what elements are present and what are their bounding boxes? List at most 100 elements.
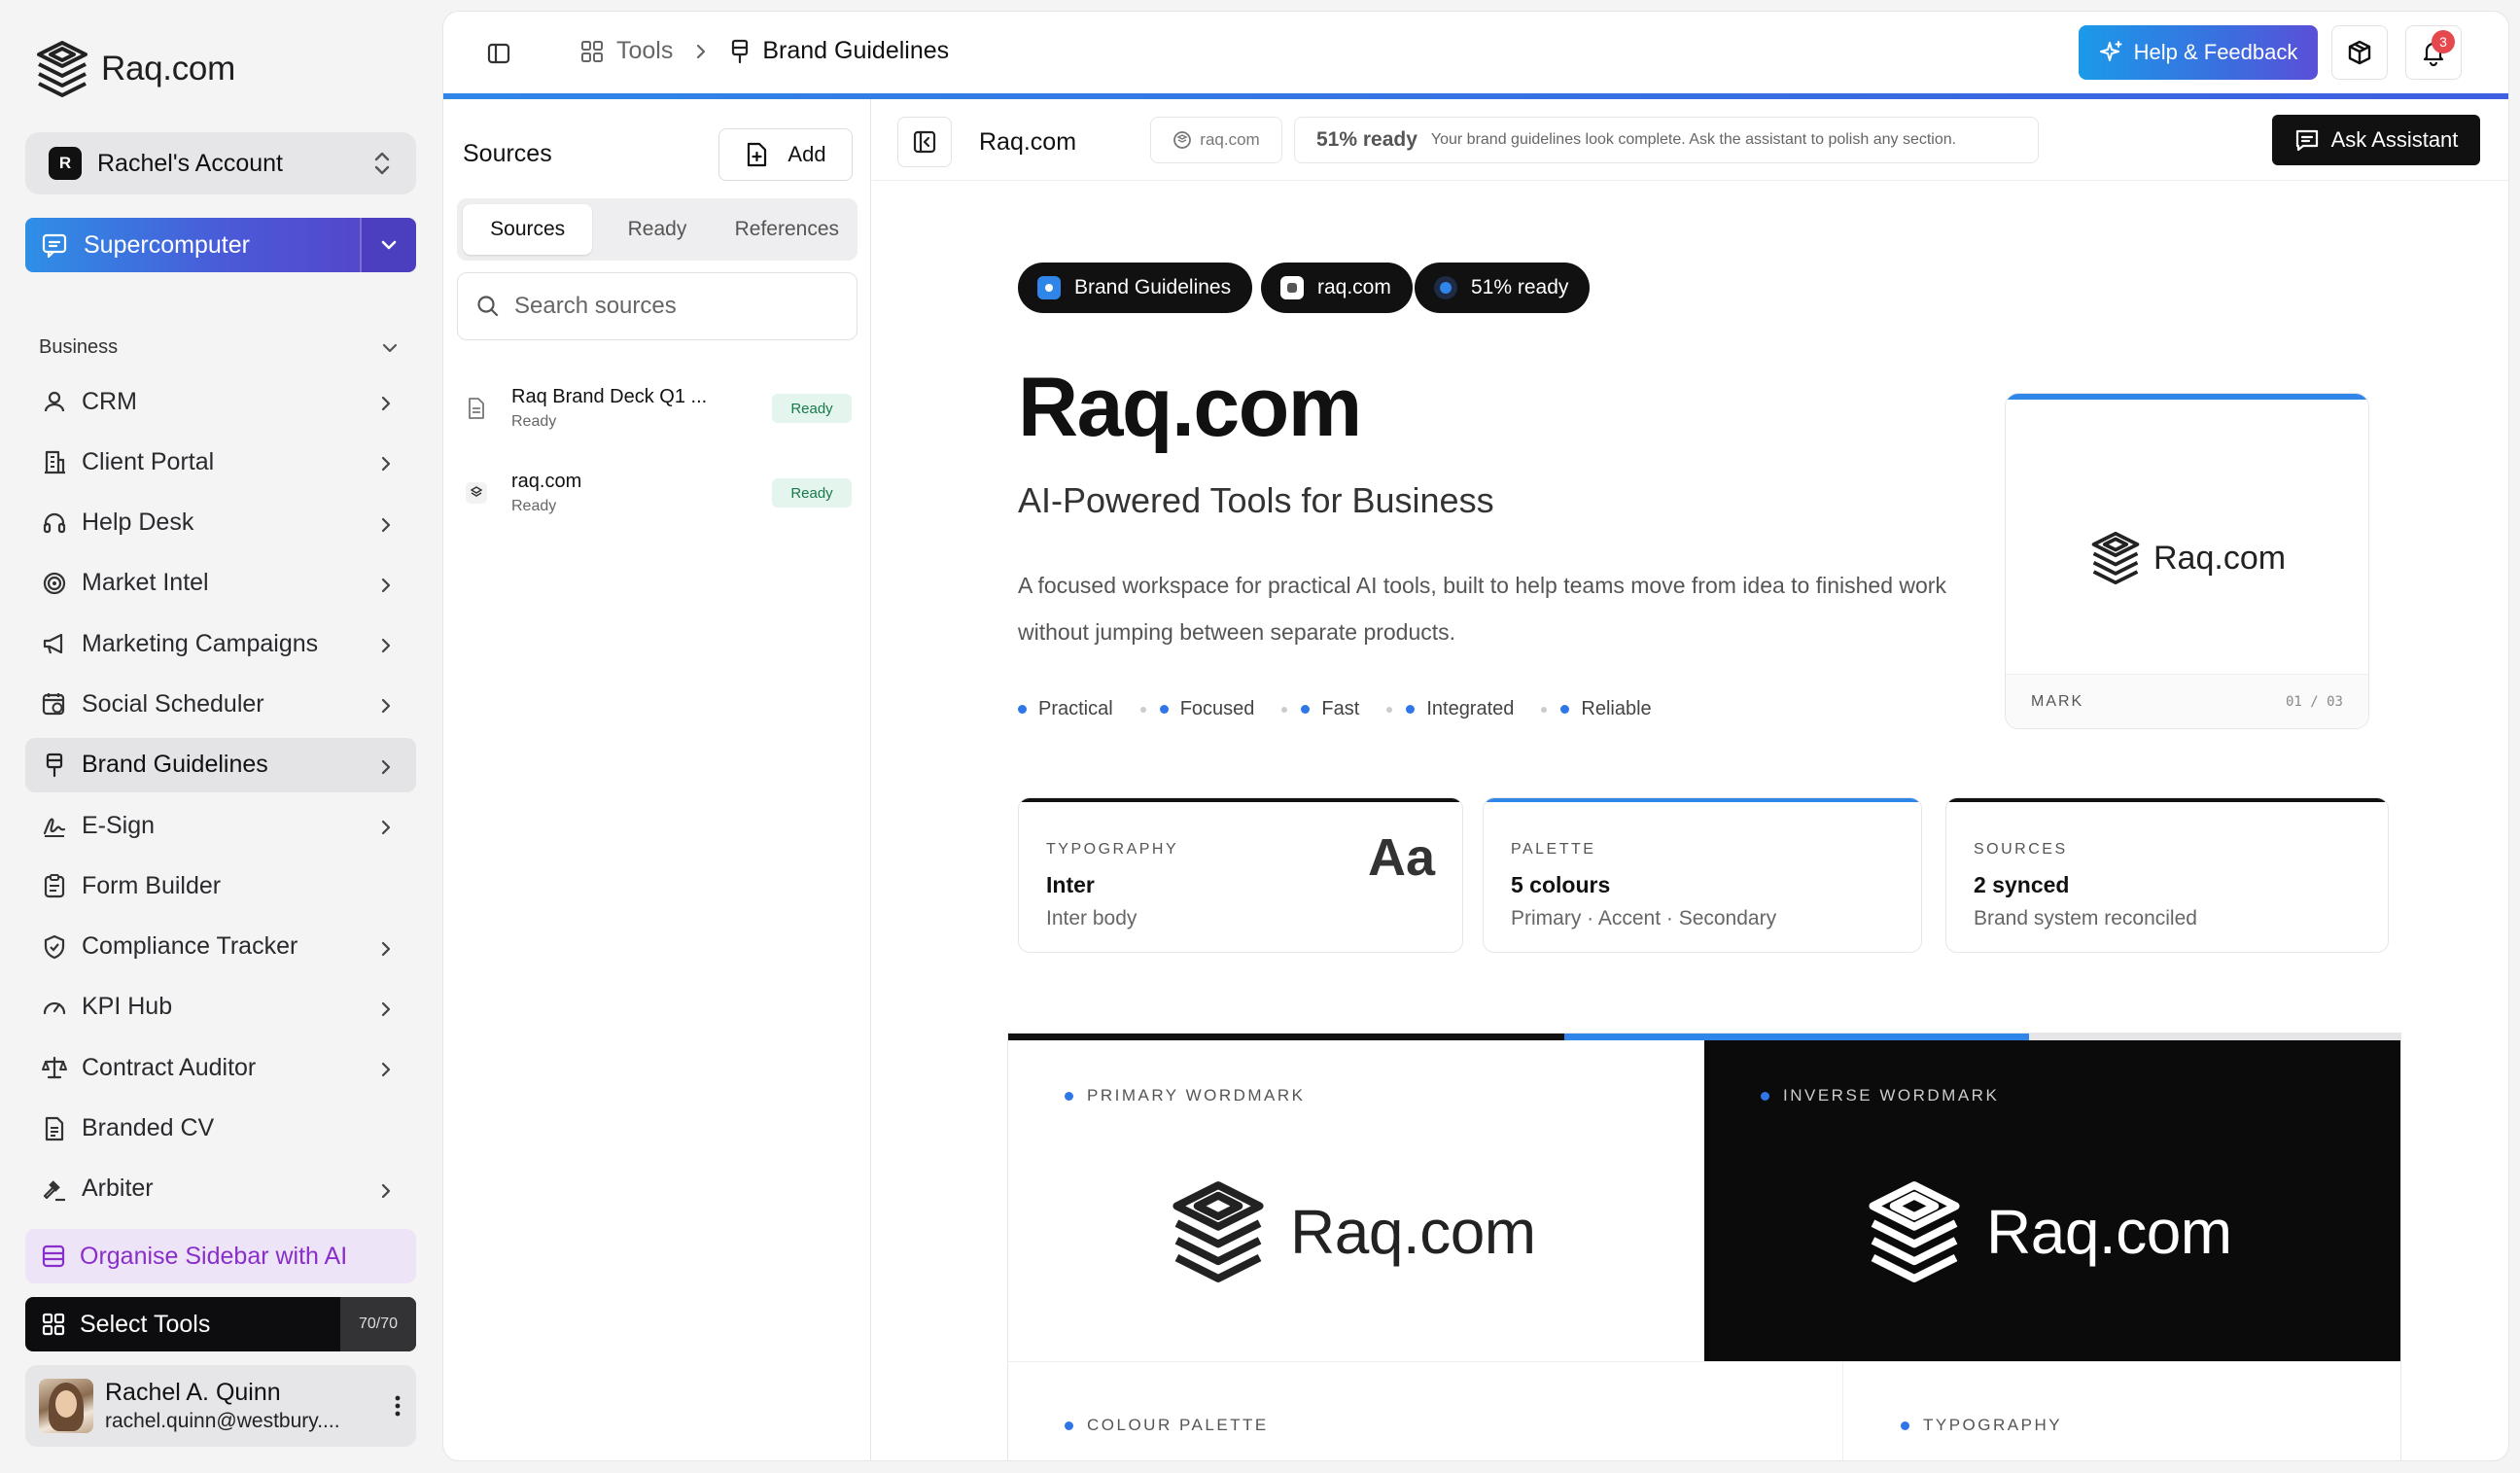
list-item[interactable]: raq.com Ready Ready: [463, 464, 852, 522]
globe-icon: [1173, 131, 1192, 149]
sidebar-item-market-intel[interactable]: Market Intel: [25, 556, 416, 611]
chevron-right-icon[interactable]: [379, 818, 393, 837]
stack-logo-icon: [1869, 1181, 1960, 1282]
sidebar-item-help-desk[interactable]: Help Desk: [25, 496, 416, 550]
tab-ready[interactable]: Ready: [592, 204, 721, 255]
tab-sources[interactable]: Sources: [463, 204, 593, 255]
chevron-right-icon[interactable]: [379, 515, 393, 535]
chevron-right-icon[interactable]: [379, 939, 393, 959]
user-card[interactable]: Rachel A. Quinn rachel.quinn@westbury...…: [25, 1365, 416, 1447]
search-placeholder: Search sources: [514, 293, 677, 319]
supercomputer-button[interactable]: Supercomputer: [25, 218, 416, 272]
pill-label: raq.com: [1317, 276, 1391, 298]
chevron-down-icon: [382, 343, 398, 352]
primary-wordmark-panel: PRIMARY WORDMARK Raq.com: [1008, 1040, 1704, 1361]
sidebar-item-form-builder[interactable]: Form Builder: [25, 859, 416, 913]
chevron-right-icon[interactable]: [379, 1000, 393, 1019]
stat-palette[interactable]: PALETTE 5 colours Primary · Accent · Sec…: [1483, 797, 1922, 953]
supercomputer-main[interactable]: Supercomputer: [25, 218, 360, 272]
more-vertical-icon[interactable]: [393, 1393, 402, 1419]
app-logo[interactable]: Raq.com: [35, 39, 235, 99]
mark-card[interactable]: Raq.com MARK 01 / 03: [2005, 393, 2369, 729]
chevron-right-icon[interactable]: [379, 757, 393, 777]
sidebar-nav: CRM Client Portal Help Desk Market Intel Mar…: [25, 374, 416, 1222]
sidebar-item-marketing-campaigns[interactable]: Marketing Campaigns: [25, 616, 416, 671]
help-feedback-button[interactable]: Help & Feedback: [2079, 25, 2318, 80]
sidebar-item-contract-auditor[interactable]: Contract Auditor: [25, 1040, 416, 1095]
brand-description: A focused workspace for practical AI too…: [1018, 573, 1946, 645]
chevron-right-icon[interactable]: [379, 636, 393, 655]
brand-name-heading: Raq.com: [1018, 361, 1362, 454]
list-icon: [42, 1245, 65, 1268]
pill-label: Brand Guidelines: [1074, 276, 1232, 298]
stat-sub: Brand system reconciled: [1974, 907, 2197, 929]
status-badge: Ready: [772, 478, 852, 508]
chevron-right-icon[interactable]: [379, 454, 393, 473]
domain-label: raq.com: [1200, 130, 1260, 149]
domain-chip[interactable]: raq.com: [1150, 117, 1282, 163]
brand-box-button[interactable]: [2331, 25, 2388, 80]
sidebar-item-kpi-hub[interactable]: KPI Hub: [25, 980, 416, 1035]
stat-sources[interactable]: SOURCES 2 synced Brand system reconciled: [1945, 797, 2389, 953]
sidebar-item-arbiter[interactable]: Arbiter: [25, 1162, 416, 1216]
gavel-icon: [41, 1175, 68, 1203]
content-title: Raq.com: [979, 128, 1077, 156]
stat-sub: Primary · Accent · Secondary: [1511, 907, 1777, 929]
source-status: Ready: [511, 413, 557, 430]
pill-domain[interactable]: raq.com: [1261, 263, 1413, 313]
notifications-button[interactable]: 3: [2405, 25, 2462, 80]
sidebar-item-label: E-Sign: [82, 811, 156, 839]
sidebar-item-social-scheduler[interactable]: Social Scheduler: [25, 677, 416, 731]
stat-value: 2 synced: [1974, 872, 2070, 897]
main-panel: Tools Brand Guidelines Help & Feedback 3…: [443, 12, 2508, 1460]
organise-sidebar-button[interactable]: Organise Sidebar with AI: [25, 1229, 416, 1283]
panel-left-close-icon: [913, 130, 936, 154]
section-business[interactable]: Business: [39, 336, 399, 359]
sidebar-item-label: Help Desk: [82, 509, 194, 537]
sidebar-item-client-portal[interactable]: Client Portal: [25, 435, 416, 489]
stat-value: Inter: [1046, 872, 1095, 897]
sidebar-item-e-sign[interactable]: E-Sign: [25, 798, 416, 853]
building-icon: [41, 448, 68, 475]
content-toolbar: Raq.com raq.com 51% ready Your brand gui…: [872, 99, 2508, 181]
breadcrumb-tools[interactable]: Tools: [579, 37, 673, 65]
typography-label: TYPOGRAPHY: [1901, 1416, 2062, 1435]
topbar: Tools Brand Guidelines Help & Feedback 3: [443, 12, 2508, 95]
chevron-right-icon[interactable]: [379, 394, 393, 413]
favicon-icon: [1280, 276, 1304, 299]
ask-label: Ask Assistant: [2330, 127, 2459, 152]
sources-tabs: Sources Ready References: [457, 198, 858, 261]
ask-assistant-button[interactable]: Ask Assistant: [2272, 115, 2480, 165]
stat-typography[interactable]: TYPOGRAPHY Inter Inter body Aa: [1018, 797, 1463, 953]
chevron-up-down-icon: [374, 152, 390, 175]
sidebar-item-crm[interactable]: CRM: [25, 374, 416, 429]
breadcrumb-tools-label: Tools: [616, 37, 674, 64]
brand-dot-icon: [1037, 276, 1061, 299]
sidebar-item-label: Form Builder: [82, 871, 222, 899]
supercomputer-dropdown[interactable]: [360, 218, 416, 272]
user-email: rachel.quinn@westbury....: [105, 1410, 340, 1432]
chevron-right-icon[interactable]: [379, 576, 393, 595]
add-source-button[interactable]: Add: [718, 128, 853, 181]
select-tools-button[interactable]: Select Tools 70/70: [25, 1297, 416, 1351]
inverse-wordmark-label: INVERSE WORDMARK: [1761, 1086, 1999, 1105]
contact-icon: [41, 388, 68, 415]
pill-readiness[interactable]: 51% ready: [1415, 263, 1591, 313]
sidebar-item-label: CRM: [82, 387, 137, 415]
pill-brand-guidelines[interactable]: Brand Guidelines: [1018, 263, 1253, 313]
chevron-right-icon[interactable]: [379, 1181, 393, 1201]
paint-bucket-icon: [41, 752, 68, 779]
collapse-panel-button[interactable]: [897, 117, 952, 167]
account-switcher[interactable]: R Rachel's Account: [25, 132, 416, 194]
sidebar-item-brand-guidelines[interactable]: Brand Guidelines: [25, 737, 416, 792]
source-status: Ready: [511, 498, 557, 514]
sidebar-item-branded-cv[interactable]: Branded CV: [25, 1102, 416, 1156]
chevron-right-icon[interactable]: [379, 1060, 393, 1079]
list-item[interactable]: Raq Brand Deck Q1 ... Ready Ready: [463, 379, 852, 438]
section-label: Business: [39, 336, 119, 358]
search-sources-input[interactable]: Search sources: [457, 272, 858, 340]
chevron-right-icon[interactable]: [379, 696, 393, 716]
tab-references[interactable]: References: [722, 204, 852, 255]
sidebar-item-compliance-tracker[interactable]: Compliance Tracker: [25, 920, 416, 974]
sidebar-toggle-icon[interactable]: [486, 41, 511, 66]
